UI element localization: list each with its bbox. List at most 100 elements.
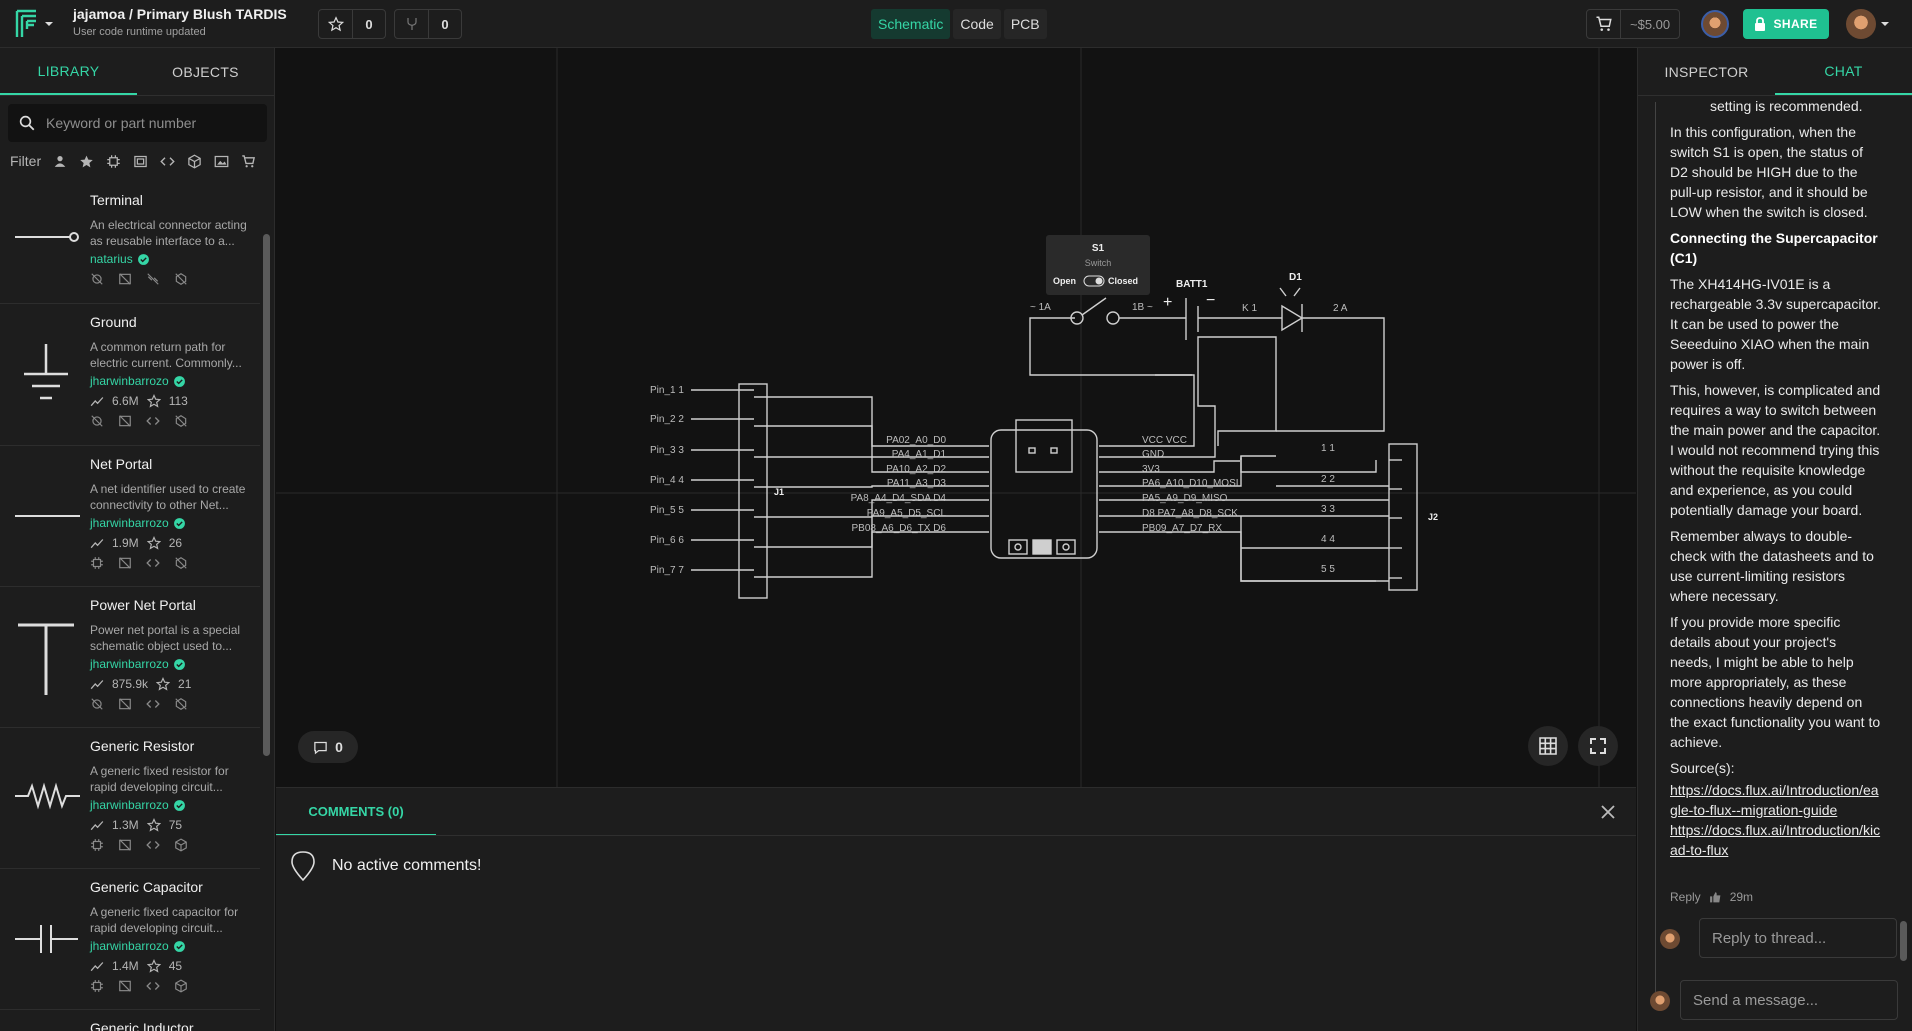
- no-board-icon: [118, 272, 132, 286]
- mode-switcher: Schematic Code PCB: [871, 9, 1047, 39]
- star-icon[interactable]: [78, 153, 95, 170]
- tab-pcb[interactable]: PCB: [1003, 9, 1047, 39]
- share-button[interactable]: SHARE: [1743, 9, 1829, 39]
- thumbs-up-icon[interactable]: [1709, 891, 1722, 904]
- trend-icon: [90, 680, 104, 690]
- source-link[interactable]: https://docs.flux.ai/Introduction/kicad-…: [1670, 820, 1882, 860]
- no-board-icon: [118, 838, 132, 852]
- message-paragraph: This, however, is complicated and requir…: [1670, 382, 1881, 518]
- mcu-right-pin: D8 PA7_A8_D8_SCK: [1142, 508, 1238, 519]
- author-name[interactable]: natarius: [90, 252, 133, 266]
- uses-count: 6.6M: [112, 394, 139, 408]
- image-icon[interactable]: [213, 153, 230, 170]
- tab-chat[interactable]: CHAT: [1775, 48, 1912, 95]
- j1-pin: Pin_1 1: [650, 385, 684, 396]
- no-model-icon: [146, 272, 160, 286]
- lock-icon: [1755, 17, 1766, 31]
- part-name: Terminal: [90, 192, 143, 208]
- part-description: Power net portal is a special schematic …: [90, 623, 241, 653]
- stars-count: 75: [168, 818, 183, 832]
- part-author[interactable]: jharwinbarrozo: [90, 798, 255, 812]
- no-footprint-icon: [90, 414, 104, 428]
- part-capabilities: [90, 838, 255, 852]
- board-icon[interactable]: [132, 153, 149, 170]
- schematic-drawing[interactable]: S1 Switch Open Closed ~ 1A 1B ~ BATT1 + …: [276, 48, 1636, 787]
- collaborator-avatar[interactable]: [1701, 10, 1729, 38]
- part-capabilities: [90, 979, 255, 993]
- part-terminal[interactable]: Terminal An electrical connector acting …: [0, 182, 260, 304]
- author-name[interactable]: jharwinbarrozo: [90, 657, 169, 671]
- mcu-right-pin: PA5_A9_D9_MISO: [1142, 493, 1228, 504]
- cube-icon: [174, 838, 188, 852]
- library-search[interactable]: [8, 104, 267, 142]
- user-avatar[interactable]: [1846, 9, 1876, 39]
- fork-count: 0: [441, 16, 449, 32]
- stars-count: 21: [178, 677, 192, 691]
- verified-icon: [173, 517, 185, 529]
- grid-icon: [1539, 737, 1557, 755]
- mcu-right-pin: PA6_A10_D10_MOSI: [1142, 478, 1239, 489]
- library-scrollbar[interactable]: [263, 234, 270, 756]
- tab-inspector[interactable]: INSPECTOR: [1638, 48, 1775, 95]
- chevron-down-icon: [45, 22, 53, 26]
- code-icon[interactable]: [159, 153, 176, 170]
- message-paragraph: The XH414HG-IV01E is a rechargeable 3.3v…: [1670, 276, 1881, 372]
- switch-pin1: ~ 1A: [1030, 302, 1051, 313]
- capacitor-symbol-icon: [10, 919, 82, 959]
- tab-comments[interactable]: COMMENTS (0): [276, 788, 436, 836]
- star-icon: [146, 959, 161, 973]
- part-stats: 1.4M 45: [90, 959, 255, 973]
- send-message-input[interactable]: Send a message...: [1680, 980, 1898, 1020]
- part-author[interactable]: jharwinbarrozo: [90, 516, 255, 530]
- reply-thread-input[interactable]: Reply to thread...: [1699, 918, 1897, 958]
- user-icon[interactable]: [51, 153, 68, 170]
- part-author[interactable]: jharwinbarrozo: [90, 374, 255, 388]
- fork-counter[interactable]: 0: [394, 9, 462, 39]
- chip-icon[interactable]: [105, 153, 122, 170]
- part-generic-inductor[interactable]: Generic Inductor: [0, 1010, 260, 1031]
- part-power-net-portal[interactable]: Power Net Portal Power net portal is a s…: [0, 587, 260, 728]
- source-link[interactable]: https://docs.flux.ai/Introduction/eagle-…: [1670, 780, 1882, 820]
- filter-label: Filter: [10, 153, 42, 169]
- cart-button[interactable]: ~$5.00: [1586, 9, 1681, 39]
- part-net-portal[interactable]: Net Portal A net identifier used to crea…: [0, 446, 260, 587]
- code-icon: [146, 414, 160, 428]
- chat-scrollbar[interactable]: [1900, 921, 1907, 961]
- tab-library[interactable]: LIBRARY: [0, 48, 137, 95]
- canvas-comments-button[interactable]: 0: [298, 731, 358, 763]
- tab-objects[interactable]: OBJECTS: [137, 48, 274, 95]
- reply-link[interactable]: Reply: [1670, 890, 1701, 904]
- mcu-left-pin: PA9_A5_D5_SCL: [867, 508, 947, 519]
- search-input[interactable]: [44, 114, 244, 132]
- tab-code[interactable]: Code: [953, 9, 1001, 39]
- grid-toggle-button[interactable]: [1528, 726, 1568, 766]
- mcu-right-pin: VCC VCC: [1142, 435, 1187, 446]
- app-menu-button[interactable]: [14, 8, 58, 40]
- part-author[interactable]: jharwinbarrozo: [90, 939, 255, 953]
- chevron-down-icon[interactable]: [1880, 20, 1890, 28]
- part-description: An electrical connector acting as reusab…: [90, 218, 247, 248]
- star-icon: [146, 818, 161, 832]
- fullscreen-button[interactable]: [1578, 726, 1618, 766]
- schematic-canvas[interactable]: S1 Switch Open Closed ~ 1A 1B ~ BATT1 + …: [276, 48, 1636, 787]
- part-ground[interactable]: Ground A common return path for electric…: [0, 304, 260, 446]
- tab-schematic[interactable]: Schematic: [871, 9, 951, 39]
- part-generic-capacitor[interactable]: Generic Capacitor A generic fixed capaci…: [0, 869, 260, 1010]
- part-author[interactable]: natarius: [90, 252, 255, 266]
- author-name[interactable]: jharwinbarrozo: [90, 374, 169, 388]
- no-board-icon: [118, 556, 132, 570]
- pin-icon: [291, 851, 315, 882]
- close-comments-button[interactable]: [1596, 800, 1620, 824]
- author-name[interactable]: jharwinbarrozo: [90, 798, 169, 812]
- no-3d-icon: [174, 697, 188, 711]
- cube-icon[interactable]: [186, 153, 203, 170]
- cart-icon[interactable]: [240, 153, 257, 170]
- part-author[interactable]: jharwinbarrozo: [90, 657, 255, 671]
- j1-pin: Pin_6 6: [650, 535, 684, 546]
- share-label: SHARE: [1773, 17, 1818, 31]
- project-title[interactable]: jajamoa / Primary Blush TARDIS: [73, 6, 287, 22]
- part-generic-resistor[interactable]: Generic Resistor A generic fixed resisto…: [0, 728, 260, 869]
- author-name[interactable]: jharwinbarrozo: [90, 516, 169, 530]
- star-counter[interactable]: 0: [318, 9, 386, 39]
- author-name[interactable]: jharwinbarrozo: [90, 939, 169, 953]
